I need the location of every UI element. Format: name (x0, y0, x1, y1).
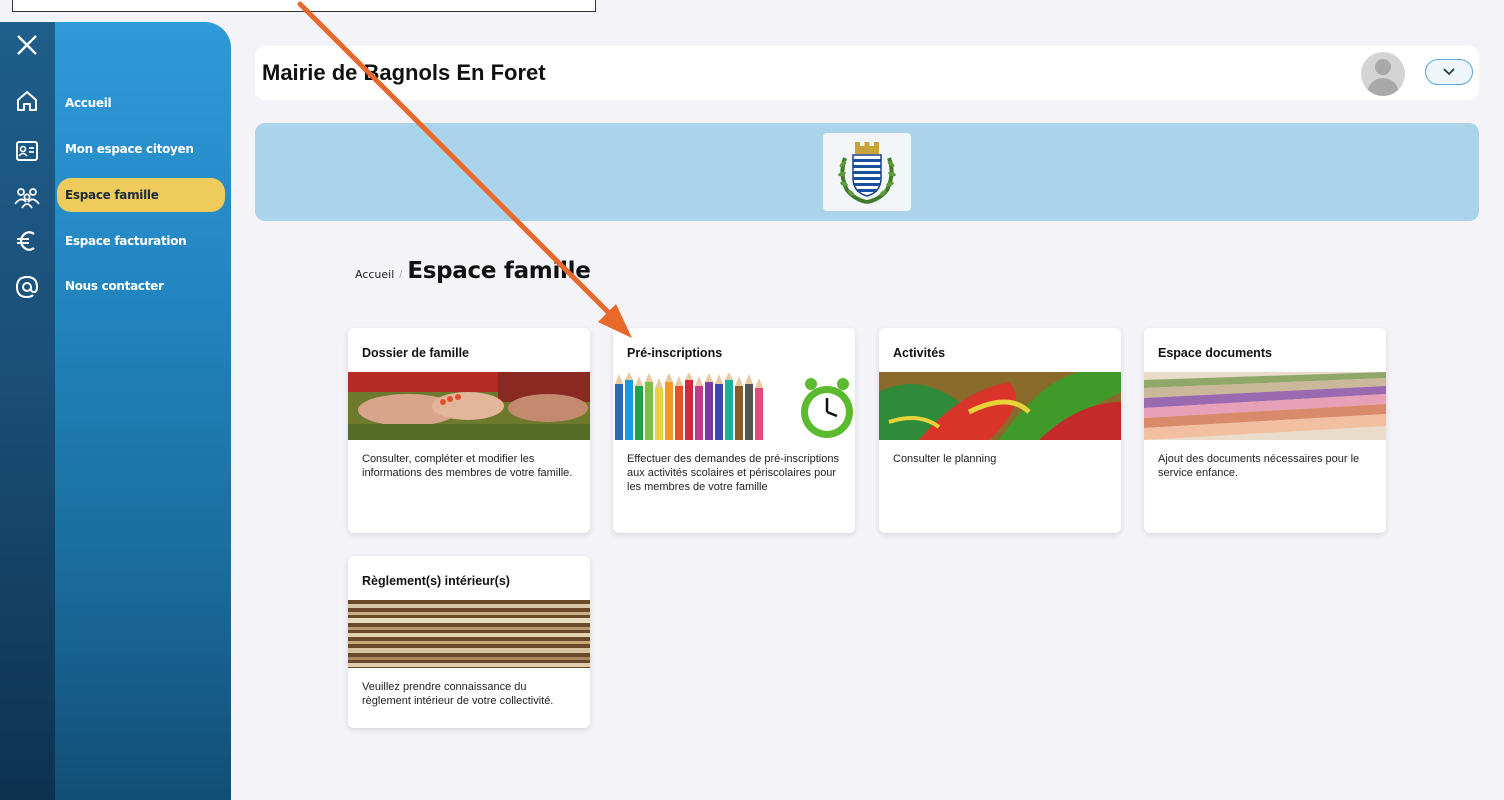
at-icon[interactable] (12, 272, 42, 302)
chevron-down-icon (1443, 68, 1455, 76)
card-description: Consulter le planning (893, 453, 997, 465)
card-image-hands-feet (348, 372, 590, 440)
card-image-paper-stack (348, 600, 590, 668)
header-bar: Mairie de Bagnols En Foret (255, 46, 1479, 100)
card-description: Veuillez prendre connaissance du règleme… (362, 681, 554, 707)
card-title: Activités (893, 346, 946, 360)
sidebar-item-espace-facturation[interactable]: Espace facturation (57, 224, 225, 258)
card-description: Ajout des documents nécessaires pour le … (1158, 453, 1360, 479)
breadcrumb-current: Espace famille (407, 258, 591, 284)
sidebar: Accueil Mon espace citoyen Espace famill… (55, 22, 231, 800)
user-icon (1361, 52, 1405, 96)
user-menu-dropdown-button[interactable] (1425, 59, 1473, 85)
card-title: Pré-inscriptions (627, 346, 723, 360)
family-icon[interactable] (12, 182, 42, 212)
card-description: Effectuer des demandes de pré-inscriptio… (627, 453, 839, 493)
sidebar-item-accueil[interactable]: Accueil (57, 86, 225, 120)
sidebar-item-label: Espace facturation (65, 234, 187, 248)
page-title: Mairie de Bagnols En Foret (262, 60, 546, 85)
sidebar-item-label: Espace famille (65, 188, 159, 202)
sidebar-item-espace-famille[interactable]: Espace famille (57, 178, 225, 212)
id-card-icon[interactable] (12, 136, 42, 166)
card-title: Dossier de famille (362, 346, 469, 360)
sidebar-item-nous-contacter[interactable]: Nous contacter (57, 269, 225, 303)
card-title: Règlement(s) intérieur(s) (362, 574, 510, 588)
card-pre-inscriptions[interactable]: Pré-inscriptions Effectuer des demandes … (613, 328, 855, 533)
icon-rail (0, 22, 55, 800)
breadcrumb-home-link[interactable]: Accueil (355, 268, 394, 281)
card-espace-documents[interactable]: Espace documents Ajout des documents néc… (1144, 328, 1386, 533)
card-reglement-interieur[interactable]: Règlement(s) intérieur(s) Veuillez prend… (348, 556, 590, 728)
card-description: Consulter, compléter et modifier les inf… (362, 453, 573, 479)
home-icon[interactable] (12, 86, 42, 116)
annotation-box (12, 0, 596, 12)
euro-icon[interactable] (12, 226, 42, 256)
sidebar-item-label: Mon espace citoyen (65, 142, 194, 156)
breadcrumb-separator: / (399, 269, 403, 281)
sidebar-item-label: Accueil (65, 96, 112, 110)
banner (255, 123, 1479, 221)
breadcrumb: Accueil / Espace famille (355, 258, 591, 284)
card-title: Espace documents (1158, 346, 1272, 360)
sidebar-item-espace-citoyen[interactable]: Mon espace citoyen (57, 132, 225, 166)
close-icon[interactable] (12, 30, 42, 60)
card-image-folders (1144, 372, 1386, 440)
sidebar-item-label: Nous contacter (65, 279, 164, 293)
card-dossier-de-famille[interactable]: Dossier de famille Consulter, compléter … (348, 328, 590, 533)
card-image-paint (879, 372, 1121, 440)
card-image-pencils-clock (613, 372, 855, 440)
town-crest-logo (823, 133, 911, 211)
card-activites[interactable]: Activités Consulter le planning (879, 328, 1121, 533)
avatar[interactable] (1357, 48, 1409, 100)
